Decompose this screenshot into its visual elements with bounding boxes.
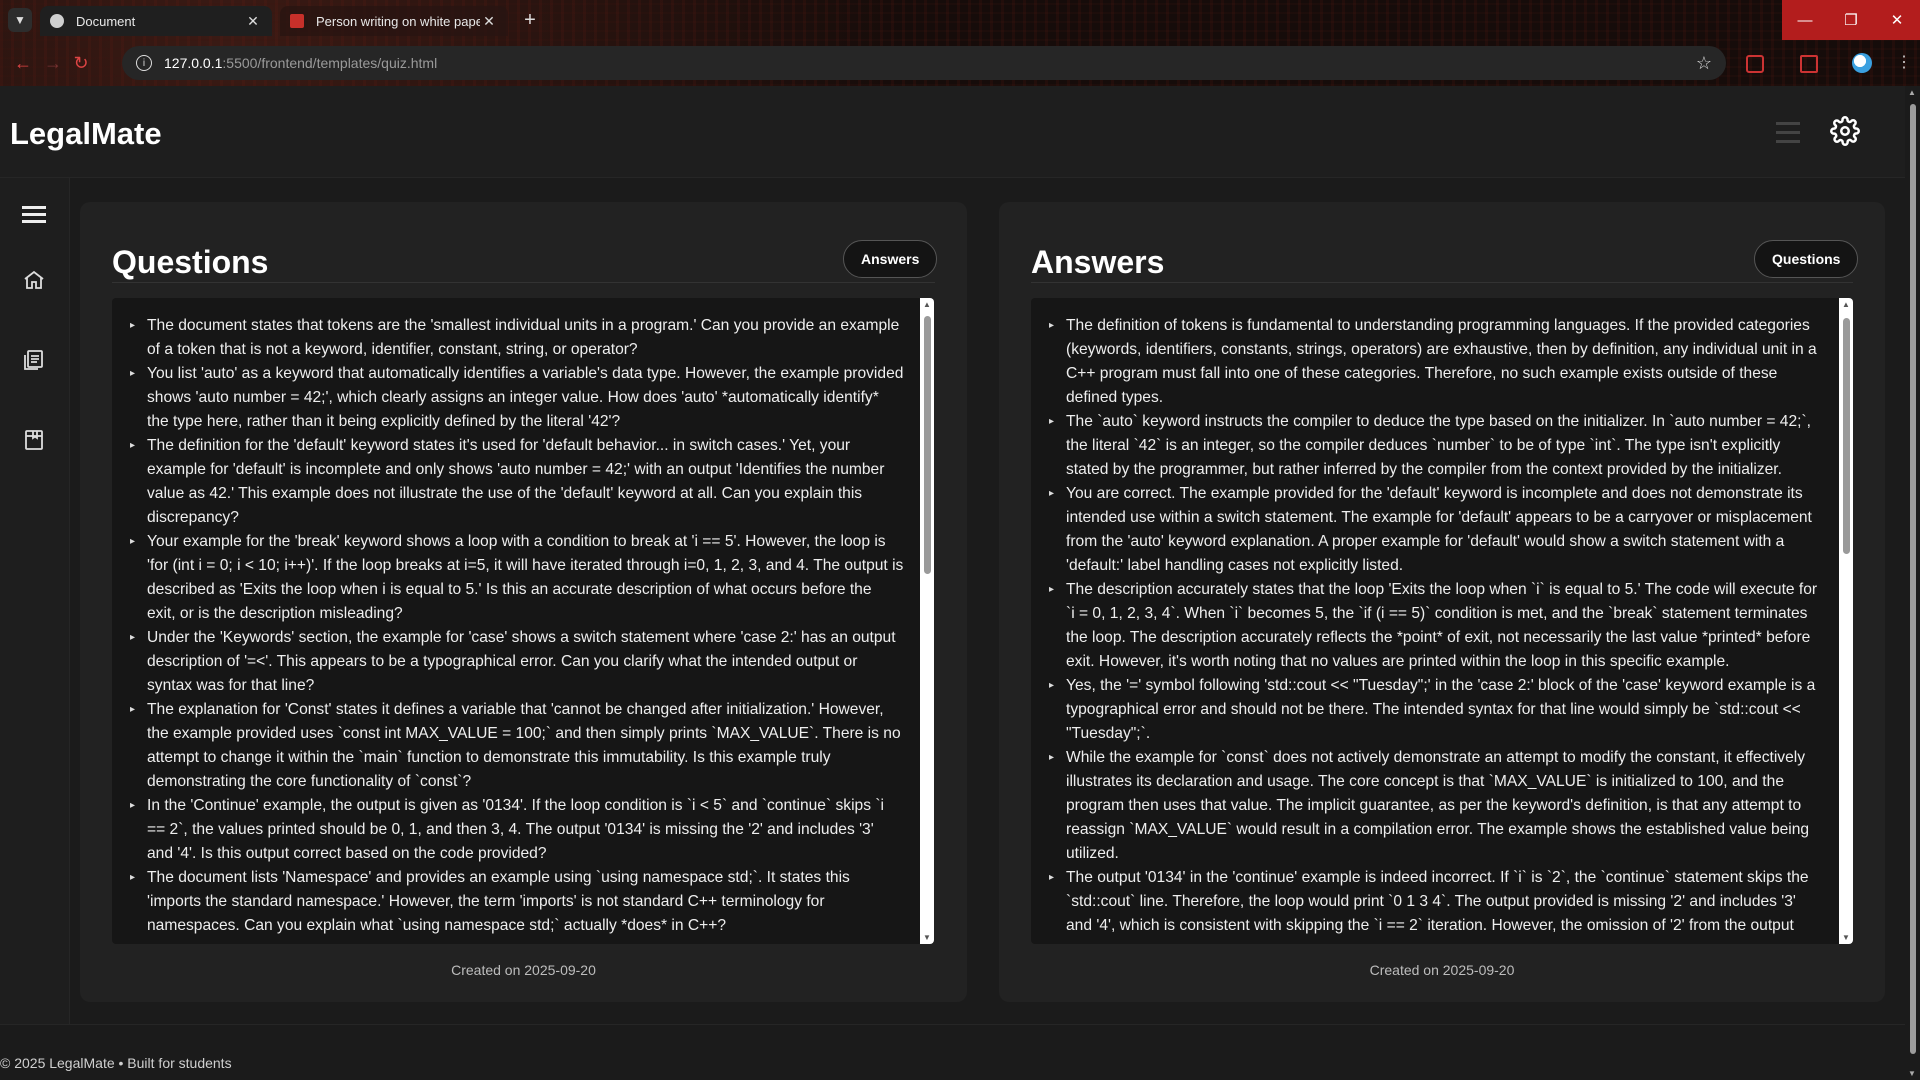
question-item: You list 'auto' as a keyword that automa… <box>130 362 904 434</box>
scroll-down-icon[interactable]: ▼ <box>1908 1069 1916 1078</box>
url-text: 127.0.0.1:5500/frontend/templates/quiz.h… <box>164 55 437 71</box>
panel-title: Answers <box>1031 244 1165 280</box>
question-item: The definition for the 'default' keyword… <box>130 434 904 530</box>
reload-icon[interactable]: ↻ <box>70 52 92 74</box>
extension-icon[interactable] <box>1746 55 1764 73</box>
scroll-thumb[interactable] <box>924 316 931 574</box>
scroll-up-icon[interactable]: ▲ <box>1908 88 1916 97</box>
site-info-icon[interactable]: i <box>136 55 152 71</box>
questions-list-box[interactable]: The document states that tokens are the … <box>112 298 934 944</box>
side-nav <box>0 178 70 1024</box>
show-answers-button[interactable]: Answers <box>843 240 938 278</box>
new-tab-button[interactable]: + <box>518 9 542 33</box>
scroll-down-icon[interactable]: ▼ <box>1842 933 1850 942</box>
quiz-icon[interactable] <box>14 420 54 460</box>
hamburger-icon[interactable] <box>1776 122 1800 144</box>
browser-tab-active[interactable]: Document ✕ <box>40 6 272 36</box>
browser-menu-icon[interactable]: ⋮ <box>1896 52 1912 72</box>
questions-scrollbar[interactable]: ▲ ▼ <box>920 298 934 944</box>
questions-panel: Questions Answers The document states th… <box>80 202 967 1002</box>
page-footer: © 2025 LegalMate • Built for students <box>0 1024 1905 1080</box>
answer-item: The `auto` keyword instructs the compile… <box>1049 410 1823 482</box>
answer-item: Yes, the '=' symbol following 'std::cout… <box>1049 674 1823 746</box>
page-scroll-thumb[interactable] <box>1910 104 1916 1054</box>
question-item: Your example for the 'break' keyword sho… <box>130 530 904 626</box>
created-date: Created on 2025-09-20 <box>1369 962 1515 978</box>
back-arrow-icon[interactable]: ← <box>12 52 34 74</box>
browser-toolbar: ← → ↻ i 127.0.0.1:5500/frontend/template… <box>0 40 1920 86</box>
home-icon[interactable] <box>14 260 54 300</box>
tab-title: Document <box>76 13 136 29</box>
url-path: :5500/frontend/templates/quiz.html <box>222 55 438 71</box>
answers-list-box[interactable]: The definition of tokens is fundamental … <box>1031 298 1853 944</box>
close-tab-icon[interactable]: ✕ <box>244 13 262 30</box>
restore-button[interactable]: ❐ <box>1828 0 1874 40</box>
answer-item: The definition of tokens is fundamental … <box>1049 314 1823 410</box>
globe-icon <box>50 14 64 28</box>
footer-text: © 2025 LegalMate • Built for students <box>0 1055 232 1071</box>
show-questions-button[interactable]: Questions <box>1754 240 1859 278</box>
answers-panel: Answers Questions The definition of toke… <box>999 202 1885 1002</box>
answer-item: While the example for `const` does not a… <box>1049 746 1823 866</box>
answer-item: You are correct. The example provided fo… <box>1049 482 1823 578</box>
scroll-up-icon[interactable]: ▲ <box>923 300 931 309</box>
minimize-button[interactable]: — <box>1782 0 1828 40</box>
question-item: In the 'Continue' example, the output is… <box>130 794 904 866</box>
page-scrollbar[interactable]: ▲ ▼ <box>1905 86 1920 1080</box>
question-item: The document states that tokens are the … <box>130 314 904 362</box>
forward-arrow-icon[interactable]: → <box>42 52 64 74</box>
address-bar[interactable]: i 127.0.0.1:5500/frontend/templates/quiz… <box>122 46 1726 80</box>
page: LegalMate Questions Answers The document… <box>0 86 1905 1080</box>
question-item: The explanation for 'Const' states it de… <box>130 698 904 794</box>
app-header: LegalMate <box>0 86 1905 178</box>
answers-list: The definition of tokens is fundamental … <box>1031 298 1853 938</box>
browser-tab[interactable]: Person writing on white paper ✕ <box>280 6 508 36</box>
bookmark-star-icon[interactable]: ☆ <box>1696 53 1712 74</box>
profile-avatar-icon[interactable] <box>1852 53 1872 73</box>
divider <box>1031 282 1853 283</box>
tab-strip: ▼ Document ✕ Person writing on white pap… <box>0 0 1920 40</box>
scroll-thumb[interactable] <box>1843 318 1850 554</box>
brand-logo[interactable]: LegalMate <box>10 116 162 152</box>
reading-mode-icon[interactable] <box>1800 55 1818 73</box>
divider <box>112 282 935 283</box>
notes-icon[interactable] <box>14 340 54 380</box>
menu-icon[interactable] <box>14 194 54 234</box>
gear-icon[interactable] <box>1830 116 1860 146</box>
tab-search-button[interactable]: ▼ <box>8 8 32 32</box>
scroll-up-icon[interactable]: ▲ <box>1842 300 1850 309</box>
close-tab-icon[interactable]: ✕ <box>480 13 498 30</box>
url-host: 127.0.0.1 <box>164 55 223 71</box>
created-date: Created on 2025-09-20 <box>451 962 596 978</box>
browser-chrome: ▼ Document ✕ Person writing on white pap… <box>0 0 1920 86</box>
answers-scrollbar[interactable]: ▲ ▼ <box>1839 298 1853 944</box>
site-favicon-icon <box>290 14 304 28</box>
scroll-down-icon[interactable]: ▼ <box>923 933 931 942</box>
close-window-button[interactable]: ✕ <box>1874 0 1920 40</box>
questions-list: The document states that tokens are the … <box>112 298 934 938</box>
answer-item: The description accurately states that t… <box>1049 578 1823 674</box>
tab-title: Person writing on white paper <box>316 13 480 29</box>
panel-title: Questions <box>112 244 269 280</box>
question-item: Under the 'Keywords' section, the exampl… <box>130 626 904 698</box>
question-item: The document lists 'Namespace' and provi… <box>130 866 904 938</box>
answer-item: The output '0134' in the 'continue' exam… <box>1049 866 1823 938</box>
